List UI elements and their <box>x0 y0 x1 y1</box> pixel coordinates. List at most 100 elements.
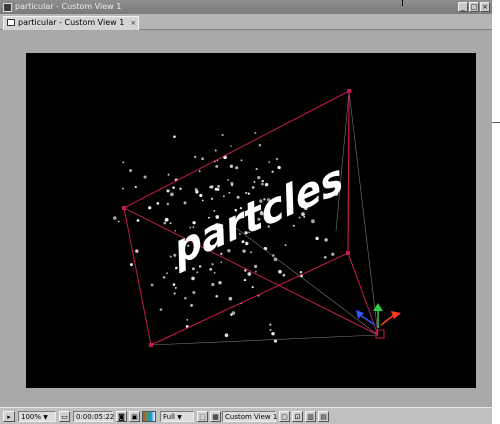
particle <box>211 282 215 287</box>
particle <box>324 238 328 242</box>
edge-marker <box>492 122 500 123</box>
particle <box>166 189 170 193</box>
window-controls: _ □ × <box>458 2 490 12</box>
guide-line <box>150 334 379 346</box>
particle <box>282 273 286 277</box>
particle <box>247 272 252 276</box>
particle <box>242 249 246 253</box>
view-dropdown[interactable]: Custom View 1 ▼ <box>222 411 284 422</box>
particle <box>210 185 214 189</box>
particle <box>251 186 255 189</box>
particle <box>191 276 195 281</box>
particle <box>183 201 187 205</box>
timeline-icon[interactable]: ▥ <box>305 411 316 422</box>
particle <box>129 169 133 173</box>
particle <box>117 220 120 223</box>
composition-viewport[interactable]: partcles <box>26 53 476 388</box>
particle <box>136 219 140 222</box>
particle <box>163 221 167 225</box>
axis-gizmo[interactable] <box>356 303 401 339</box>
particle <box>184 297 187 300</box>
channels-icon[interactable] <box>142 411 156 422</box>
guide-line <box>348 90 379 336</box>
resolution-value: Full <box>163 413 175 421</box>
particle <box>216 188 220 191</box>
window-title: particular - Custom View 1 <box>15 2 122 11</box>
tab-bar: particular - Custom View 1 × <box>0 14 492 30</box>
particle <box>261 179 264 183</box>
show-snapshot-icon[interactable]: ▣ <box>129 411 140 422</box>
particle <box>311 219 315 224</box>
particle <box>167 173 170 176</box>
edge-marker <box>402 0 403 6</box>
particle <box>199 193 203 197</box>
particle <box>186 319 189 321</box>
timecode-field[interactable]: 0:00:05:22 <box>73 411 114 422</box>
transparency-grid-icon[interactable]: ▦ <box>210 411 221 422</box>
particle <box>273 339 278 343</box>
x-axis <box>380 314 395 326</box>
title-bar[interactable]: particular - Custom View 1 _ □ × <box>0 0 492 14</box>
particle <box>228 296 233 301</box>
particle <box>174 286 177 289</box>
particle <box>315 236 319 241</box>
particle <box>215 164 219 168</box>
close-button[interactable]: × <box>480 2 490 12</box>
particle <box>221 133 224 137</box>
particle <box>190 304 193 307</box>
corner-handle[interactable] <box>122 206 126 210</box>
particle <box>169 222 172 225</box>
page-edge <box>492 0 500 424</box>
particle <box>113 216 117 220</box>
particle <box>193 155 197 159</box>
particle <box>156 202 160 205</box>
partcles-text: partcles <box>169 153 347 275</box>
view-options-icon[interactable]: ▢ <box>279 411 290 422</box>
particle <box>230 181 234 185</box>
layer-controls-icon[interactable]: ⊡ <box>292 411 303 422</box>
particle <box>230 145 232 147</box>
particle <box>253 180 256 183</box>
particle <box>228 191 231 194</box>
flowchart-icon[interactable]: ▤ <box>318 411 329 422</box>
corner-handle[interactable] <box>346 251 350 255</box>
particle <box>254 131 257 134</box>
status-bar: ▸ 100% ▼ ▭ 0:00:05:22 ◙ ▣ Full ▼ ⬚ ▦ Cus… <box>0 407 492 424</box>
particle <box>122 161 125 164</box>
particle <box>277 165 281 170</box>
region-of-interest-icon[interactable]: ⬚ <box>197 411 208 422</box>
tab-custom-view[interactable]: particular - Custom View 1 × <box>3 16 140 30</box>
bounds-edge-left <box>123 207 152 346</box>
particle <box>164 219 167 222</box>
safe-margins-icon[interactable]: ▭ <box>59 411 70 422</box>
preview-toggle-icon[interactable]: ▸ <box>3 411 15 422</box>
particle <box>243 278 247 282</box>
scene-canvas[interactable]: partcles <box>26 53 476 388</box>
corner-handle[interactable] <box>347 89 351 93</box>
particle <box>254 270 257 273</box>
corner-handle[interactable] <box>149 343 153 347</box>
x-axis-arrow-icon[interactable] <box>391 311 401 319</box>
resolution-dropdown[interactable]: Full ▼ <box>160 411 194 422</box>
particle <box>213 271 216 274</box>
particle <box>215 294 219 298</box>
particle <box>172 186 175 189</box>
particle <box>159 308 163 311</box>
particle <box>235 166 239 170</box>
zoom-dropdown[interactable]: 100% ▼ <box>18 411 56 422</box>
snapshot-icon[interactable]: ◙ <box>116 411 127 422</box>
view-value: Custom View 1 <box>225 413 278 421</box>
particle <box>255 167 258 171</box>
minimize-button[interactable]: _ <box>458 2 468 12</box>
particle <box>250 251 252 254</box>
particle <box>278 269 282 274</box>
particle <box>331 252 335 256</box>
maximize-button[interactable]: □ <box>469 2 479 12</box>
tab-close-icon[interactable]: × <box>130 18 136 28</box>
particle <box>220 261 223 264</box>
particle <box>269 328 272 331</box>
particle <box>192 290 196 295</box>
particle <box>148 206 152 210</box>
particle <box>166 202 170 206</box>
particle <box>275 157 279 161</box>
